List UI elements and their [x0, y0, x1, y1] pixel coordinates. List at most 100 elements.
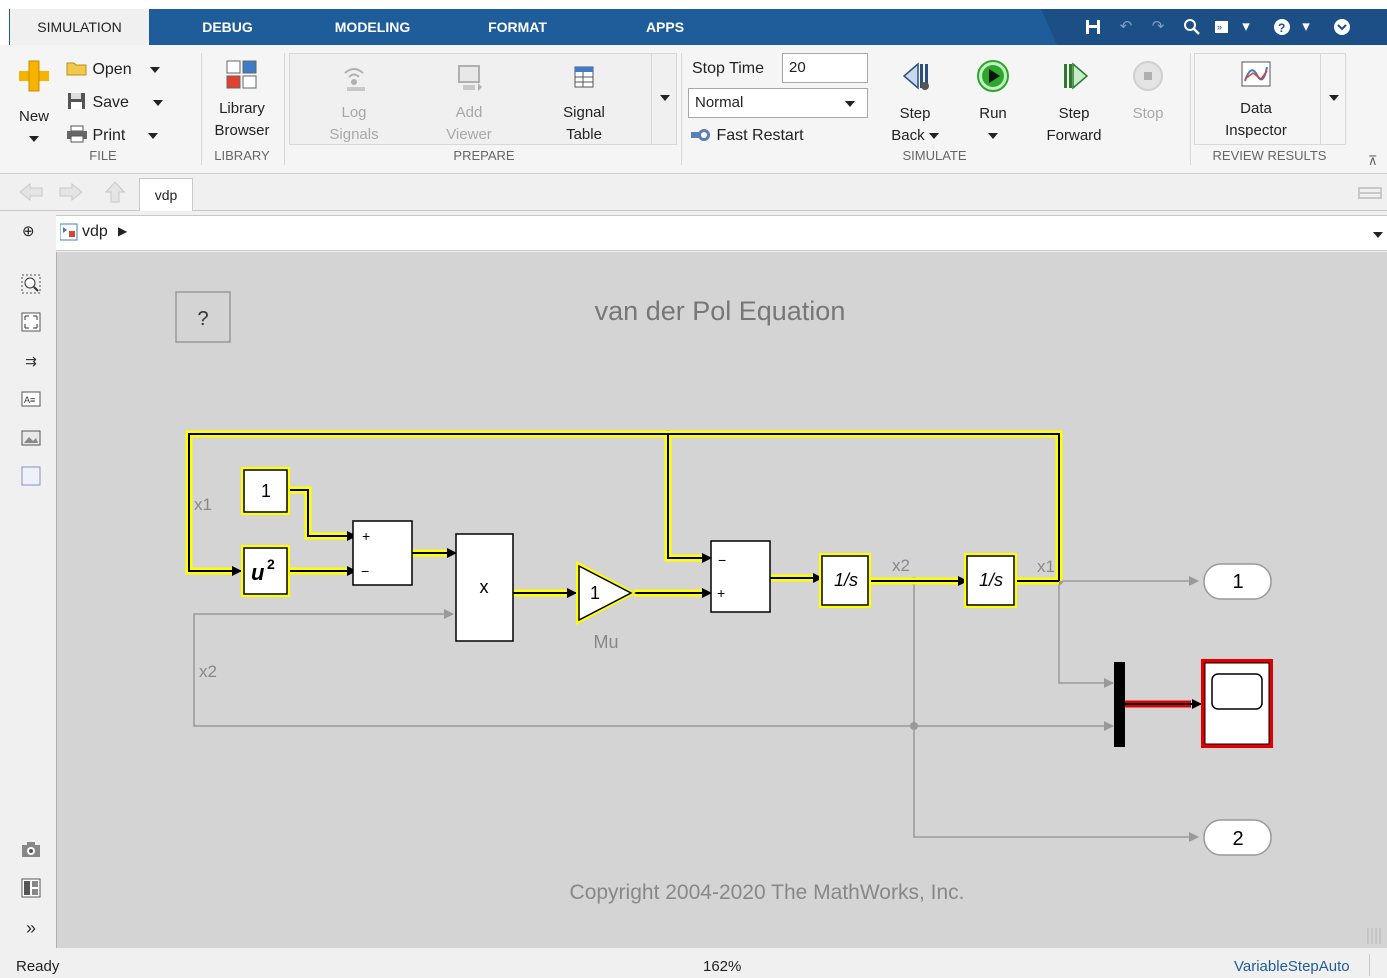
- svg-text:+: +: [362, 528, 370, 544]
- redo-icon[interactable]: ↷: [1149, 18, 1167, 36]
- save-button[interactable]: Save: [66, 92, 164, 112]
- stop-time-field[interactable]: 20: [782, 53, 868, 83]
- integrator-block-1[interactable]: 1/s: [819, 553, 871, 608]
- fast-restart-icon: [691, 129, 710, 141]
- data-inspector-button[interactable]: Data Inspector: [1206, 59, 1306, 142]
- fit-to-view-icon[interactable]: [21, 312, 41, 332]
- breadcrumb-model[interactable]: vdp: [82, 223, 108, 241]
- solver-link[interactable]: VariableStepAuto: [1234, 958, 1350, 975]
- image-icon[interactable]: [21, 428, 41, 448]
- constant-block[interactable]: 1: [241, 467, 290, 515]
- review-gallery-expand[interactable]: [1320, 53, 1347, 145]
- svg-text:A≡: A≡: [24, 395, 35, 405]
- tab-format[interactable]: FORMAT: [470, 9, 565, 45]
- back-arrow-icon[interactable]: [18, 182, 44, 206]
- diagram-title: van der Pol Equation: [595, 296, 846, 326]
- signal-label-x1: x1: [194, 495, 212, 514]
- integrator-block-2[interactable]: 1/s: [964, 553, 1017, 608]
- model-tab-vdp[interactable]: vdp: [139, 178, 193, 211]
- camera-icon[interactable]: [21, 840, 41, 860]
- stop-label: Stop: [1132, 105, 1164, 122]
- model-canvas[interactable]: van der Pol Equation ? x1 x2 x2 x1 1 u 2…: [56, 252, 1387, 948]
- run-button[interactable]: Run: [960, 59, 1026, 147]
- simulation-mode-select[interactable]: Normal: [688, 88, 868, 118]
- chevron-down-icon: [660, 95, 670, 101]
- up-arrow-icon[interactable]: [104, 180, 126, 208]
- zoom-area-icon[interactable]: [21, 274, 41, 294]
- save-icon[interactable]: [1084, 18, 1102, 36]
- svg-text:−: −: [718, 552, 726, 568]
- stop-button[interactable]: Stop: [1118, 59, 1178, 125]
- svg-text:1/s: 1/s: [834, 570, 858, 590]
- undo-icon[interactable]: ↶: [1117, 18, 1135, 36]
- svg-text:1/s: 1/s: [979, 570, 1003, 590]
- model-browser-icon[interactable]: [21, 878, 41, 898]
- mux-block[interactable]: [1114, 662, 1125, 747]
- tab-debug[interactable]: DEBUG: [180, 9, 275, 45]
- gain-name: Mu: [593, 632, 618, 652]
- signal-label-x2: x2: [199, 662, 217, 681]
- save-label: Save: [92, 94, 129, 111]
- print-button[interactable]: Print: [66, 125, 158, 145]
- open-label: Open: [92, 61, 132, 78]
- scope-block[interactable]: [1201, 659, 1273, 748]
- chevron-down-icon[interactable]: ▾: [1237, 18, 1255, 36]
- tab-simulation[interactable]: SIMULATION: [10, 9, 149, 45]
- sum-block-1[interactable]: + −: [352, 520, 413, 586]
- signal-table-button[interactable]: Signal Table: [547, 63, 621, 146]
- data-inspector-icon: [1241, 61, 1271, 87]
- model-icon: [59, 223, 78, 245]
- breadcrumb-arrow-icon[interactable]: ▶: [118, 224, 127, 238]
- prepare-gallery-expand[interactable]: [651, 53, 678, 145]
- print-label: Print: [92, 127, 126, 144]
- step-back-button[interactable]: Step Back: [880, 59, 950, 147]
- svg-text:2: 2: [267, 556, 275, 572]
- copyright-text: Copyright 2004-2020 The MathWorks, Inc.: [570, 881, 965, 904]
- outport-1[interactable]: 1: [1203, 563, 1272, 600]
- collapse-toolstrip-icon[interactable]: ⊼: [1368, 153, 1378, 169]
- help-icon[interactable]: ?: [1273, 18, 1291, 36]
- fast-restart-toggle[interactable]: Fast Restart: [690, 127, 804, 145]
- gain-block-mu[interactable]: 1 Mu: [576, 561, 636, 652]
- quick-access-toolbar: ↶ ↷ » ▾ ? ▾: [1041, 9, 1387, 45]
- options-circle-icon[interactable]: [1333, 18, 1351, 36]
- step-back-label: Step Back: [880, 103, 950, 147]
- product-block[interactable]: x: [455, 533, 514, 642]
- chevron-down-icon[interactable]: ▾: [1297, 18, 1315, 36]
- area-icon[interactable]: [21, 466, 41, 486]
- add-viewer-button[interactable]: Add Viewer: [432, 63, 506, 146]
- log-signals-label: Log Signals: [329, 104, 379, 143]
- search-icon[interactable]: [1183, 18, 1201, 36]
- forward-arrow-icon[interactable]: [58, 182, 84, 206]
- outport-2[interactable]: 2: [1203, 819, 1272, 856]
- step-forward-button[interactable]: Step Forward: [1036, 59, 1112, 147]
- quick-access-menu-icon[interactable]: »: [1213, 18, 1231, 36]
- square-function-block[interactable]: u 2: [241, 545, 290, 597]
- chevron-down-icon[interactable]: [1373, 226, 1383, 243]
- library-browser-button[interactable]: Library Browser: [207, 59, 277, 142]
- log-signals-button[interactable]: Log Signals: [317, 63, 391, 146]
- expand-palette-icon[interactable]: »: [21, 918, 41, 938]
- review-group-label: REVIEW RESULTS: [1212, 148, 1327, 163]
- breadcrumb: vdp ▶: [56, 215, 1387, 251]
- open-button[interactable]: Open: [66, 59, 161, 79]
- new-button[interactable]: New: [12, 59, 56, 150]
- arrange-icon[interactable]: ⇉: [21, 351, 41, 371]
- chevron-down-icon: [147, 132, 158, 139]
- svg-text:2: 2: [1232, 828, 1243, 850]
- review-results-group: Data Inspector REVIEW RESULTS: [1192, 53, 1347, 165]
- keyboard-icon[interactable]: [1358, 186, 1382, 203]
- svg-text:x: x: [480, 577, 489, 597]
- sum-block-2[interactable]: − +: [710, 540, 771, 613]
- signal-label-x1: x1: [1037, 557, 1055, 576]
- chevron-down-icon: [1329, 95, 1339, 101]
- signal-table-label: Signal Table: [563, 104, 605, 143]
- tab-modeling[interactable]: MODELING: [315, 9, 430, 45]
- block-diagram: van der Pol Equation ? x1 x2 x2 x1 1 u 2…: [175, 291, 1273, 904]
- hide-browser-icon[interactable]: ⊕: [22, 222, 35, 240]
- annotation-icon[interactable]: A≡: [21, 389, 41, 409]
- tab-apps[interactable]: APPS: [625, 9, 705, 45]
- library-group: Library Browser LIBRARY: [202, 53, 282, 165]
- file-group-label: FILE: [89, 148, 117, 163]
- help-block[interactable]: ?: [175, 291, 231, 343]
